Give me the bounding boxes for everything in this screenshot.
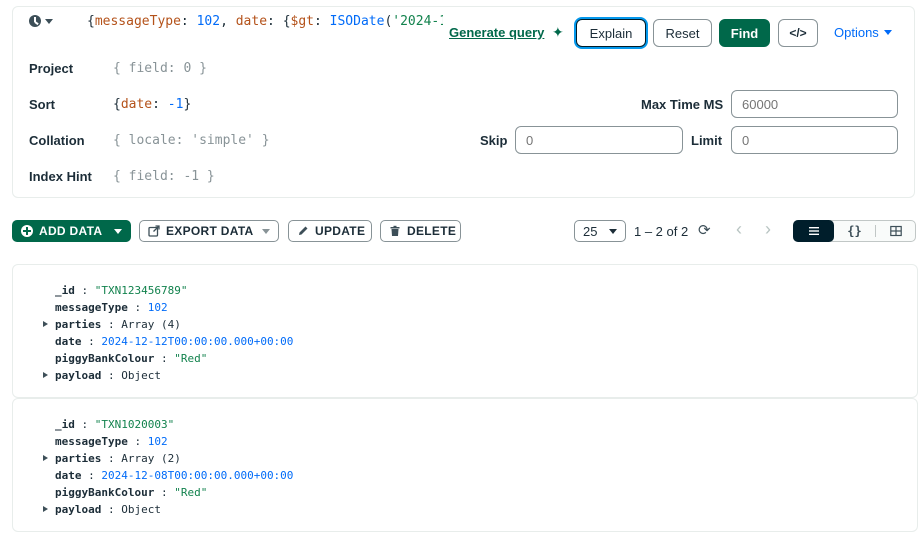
document-field: piggyBankColour : "Red" [55, 352, 208, 365]
document-field: date : 2024-12-12T00:00:00.000+00:00 [55, 335, 294, 348]
chevron-right-icon[interactable]: › [765, 220, 771, 238]
results-toolbar: ADD DATA EXPORT DATA UPDATE DELETE 25 1 … [12, 220, 918, 244]
query-bar: {messageType: 102, date: {$gt: ISODate('… [12, 6, 915, 198]
delete-button[interactable]: DELETE [380, 220, 461, 242]
expand-arrow-icon[interactable] [43, 372, 48, 378]
document-field: _id : "TXN123456789" [55, 284, 188, 297]
caret-down-icon [609, 228, 617, 234]
generate-query-link[interactable]: Generate query [449, 25, 544, 40]
export-icon [148, 225, 160, 237]
chevron-down-icon [45, 18, 53, 24]
chevron-left-icon[interactable]: ‹ [736, 220, 742, 238]
index-hint-label: Index Hint [29, 169, 92, 184]
pagination-range: 1 – 2 of 2 [634, 224, 689, 239]
filter-input[interactable]: {messageType: 102, date: {$gt: ISODate('… [87, 13, 443, 31]
expand-arrow-icon[interactable] [43, 455, 48, 461]
document-field: date : 2024-12-08T00:00:00.000+00:00 [55, 469, 294, 482]
sparkle-icon: ✦ [552, 24, 564, 40]
plus-circle-icon [21, 225, 33, 237]
trash-icon [390, 225, 400, 236]
caret-down-icon [883, 30, 892, 35]
list-view-button[interactable] [793, 220, 834, 242]
find-button[interactable]: Find [719, 19, 770, 47]
json-view-icon: {} [847, 224, 862, 238]
limit-label: Limit [691, 133, 723, 148]
explain-button[interactable]: Explain [576, 19, 646, 47]
add-data-button[interactable]: ADD DATA [12, 220, 131, 242]
document-card: _id : "TXN123456789" messageType : 102 p… [12, 264, 918, 398]
document-field[interactable]: payload : Object [43, 501, 161, 518]
document-field: piggyBankColour : "Red" [55, 486, 208, 499]
document-field[interactable]: parties : Array (4) [43, 316, 181, 333]
list-view-icon [808, 227, 819, 235]
skip-label: Skip [480, 133, 508, 148]
document-field[interactable]: parties : Array (2) [43, 450, 181, 467]
options-toggle[interactable]: Options [834, 25, 892, 40]
sort-input[interactable]: {date: -1} [113, 97, 191, 112]
update-button[interactable]: UPDATE [288, 220, 372, 242]
view-toggle: {} [793, 220, 916, 242]
caret-down-icon [114, 228, 122, 234]
json-view-button[interactable]: {} [834, 220, 875, 242]
index-hint-input[interactable]: { field: -1 } [113, 169, 215, 184]
refresh-icon[interactable]: ⟳ [698, 223, 711, 239]
export-data-button[interactable]: EXPORT DATA [139, 220, 279, 242]
project-label: Project [29, 61, 74, 76]
clock-icon [29, 15, 41, 27]
expand-arrow-icon[interactable] [43, 506, 48, 512]
document-field: messageType : 102 [55, 435, 168, 448]
collation-label: Collation [29, 133, 85, 148]
query-history-button[interactable] [29, 13, 59, 29]
pencil-icon [299, 226, 308, 235]
export-to-language-button[interactable]: </> [778, 19, 818, 47]
collation-input[interactable]: { locale: 'simple' } [113, 133, 270, 148]
max-time-input[interactable] [731, 90, 898, 118]
document-field[interactable]: payload : Object [43, 367, 161, 384]
table-view-icon [889, 225, 902, 237]
skip-input[interactable] [515, 126, 683, 154]
document-field: _id : "TXN1020003" [55, 418, 175, 431]
reset-button[interactable]: Reset [653, 19, 712, 47]
page-size-select[interactable]: 25 [574, 220, 626, 242]
table-view-button[interactable] [875, 220, 916, 242]
document-card: _id : "TXN1020003" messageType : 102 par… [12, 398, 918, 532]
document-field: messageType : 102 [55, 301, 168, 314]
caret-down-icon [262, 228, 270, 234]
project-input[interactable]: { field: 0 } [113, 61, 207, 76]
limit-input[interactable] [731, 126, 898, 154]
expand-arrow-icon[interactable] [43, 321, 48, 327]
code-icon: </> [789, 26, 807, 40]
sort-label: Sort [29, 97, 55, 112]
max-time-label: Max Time MS [641, 97, 724, 112]
